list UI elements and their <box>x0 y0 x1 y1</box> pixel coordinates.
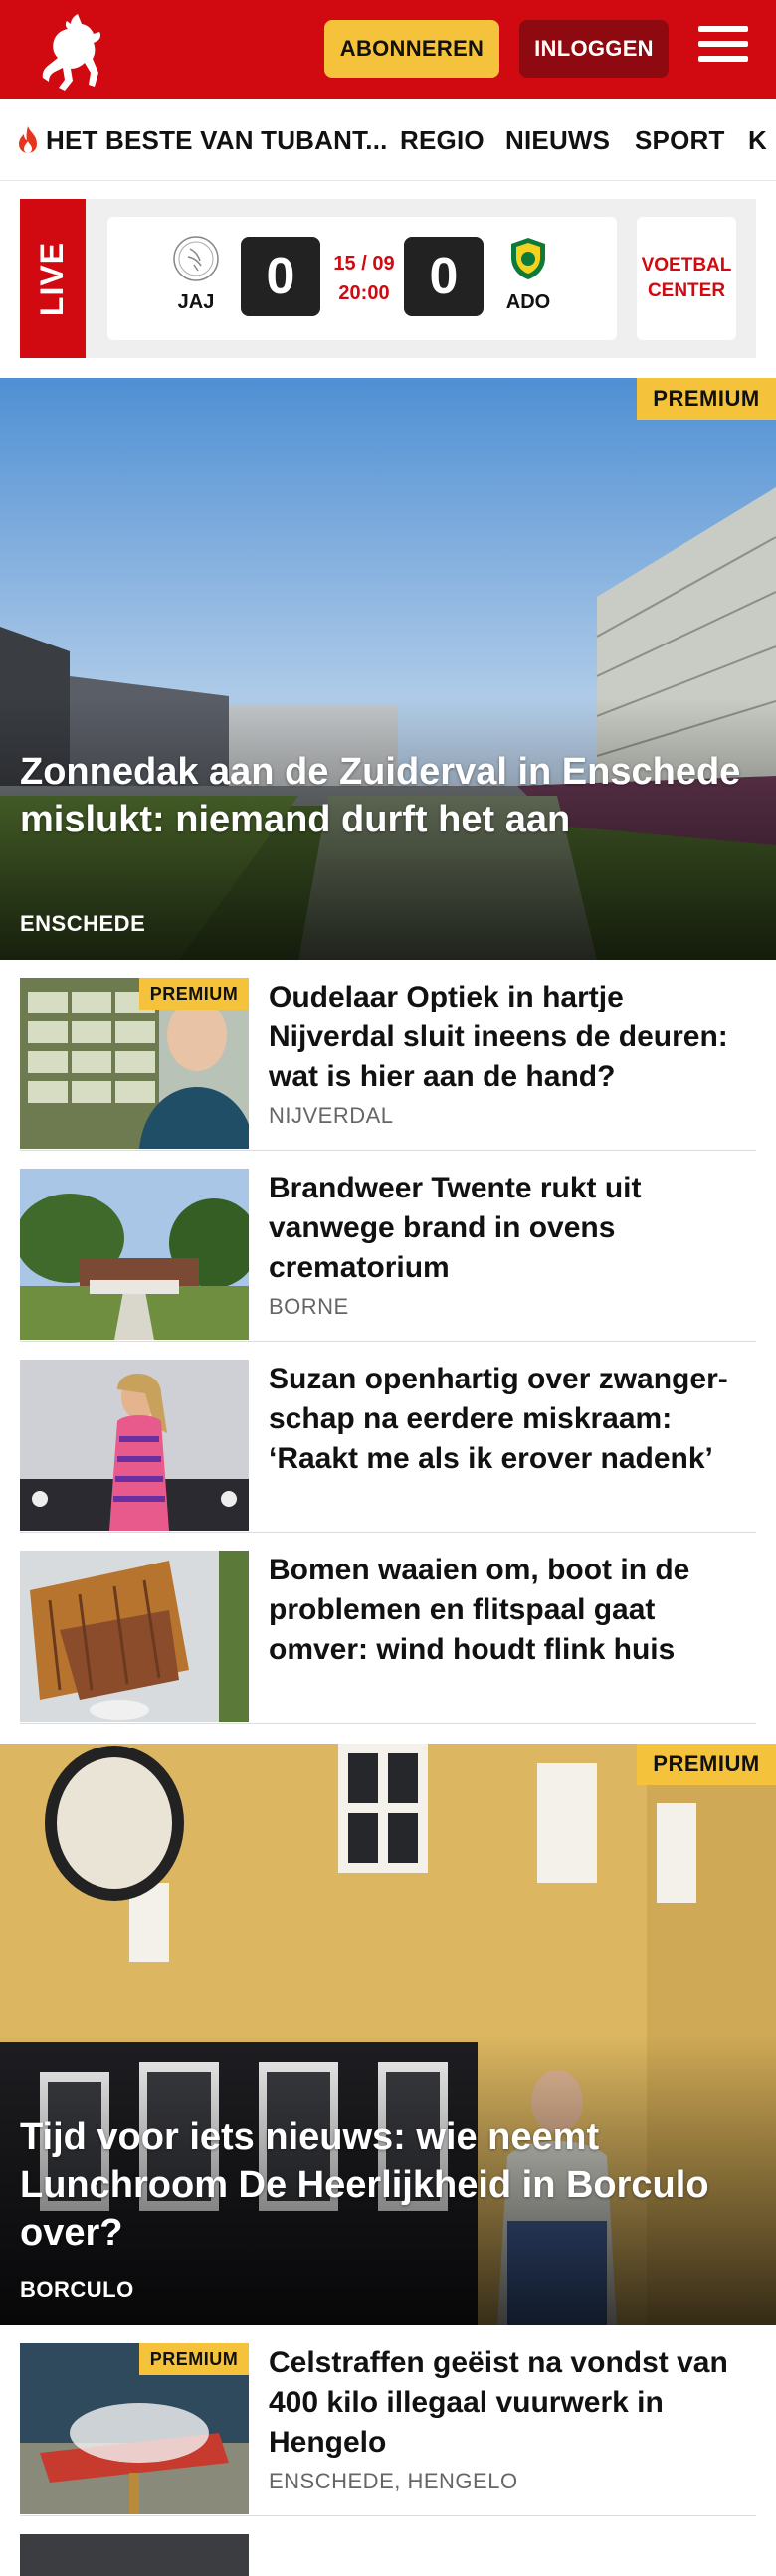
featured-article[interactable]: PREMIUM Tijd voor iets nieuws: wie neemt… <box>0 1744 776 2325</box>
premium-badge: PREMIUM <box>637 378 776 420</box>
list-item[interactable]: PREMIUM Celstraffen geëist na vondst van… <box>20 2325 756 2516</box>
article-title[interactable]: Celstraffen geëist na vondst van 400 kil… <box>269 2343 756 2463</box>
home-team-abbr: JAJ <box>177 291 215 313</box>
nav-item-label: HET BESTE VAN TUBANT... <box>46 124 388 155</box>
login-button[interactable]: INLOGGEN <box>519 20 669 78</box>
featured-article-title[interactable]: Tijd voor iets nieuws: wie neemt Lunchro… <box>20 2114 756 2257</box>
article-thumbnail <box>20 1360 249 1531</box>
live-scores-bar: LIVE JAJ 0 15 / 09 20:00 0 ADO VOETBAL C… <box>20 199 756 358</box>
site-header: ABONNEREN INLOGGEN <box>0 0 776 99</box>
featured-article-location: ENSCHEDE <box>20 911 146 936</box>
list-item[interactable]: PREMIUM Oudelaar Optiek in hartje Nijver… <box>20 960 756 1151</box>
featured-article-location: BORCULO <box>20 2277 134 2301</box>
article-thumbnail <box>20 1551 249 1722</box>
home-team: JAJ <box>161 235 231 314</box>
ajax-crest-icon <box>173 236 219 281</box>
match-time: 20:00 <box>338 282 390 304</box>
away-team: ADO <box>493 235 563 314</box>
featured-article-title[interactable]: Zonnedak aan de Zuiderval in Enschede mi… <box>20 748 756 843</box>
premium-badge: PREMIUM <box>139 2343 249 2375</box>
nav-item-partial[interactable]: K <box>748 99 767 180</box>
away-team-abbr: ADO <box>505 291 551 313</box>
list-item[interactable] <box>20 2516 756 2576</box>
article-title[interactable]: Brandweer Twente rukt uit vanwege brand … <box>269 1169 756 1288</box>
nav-item-best-of[interactable]: HET BESTE VAN TUBANT... <box>16 99 388 180</box>
voetbal-center-button[interactable]: VOETBAL CENTER <box>637 217 736 340</box>
premium-badge: PREMIUM <box>139 978 249 1010</box>
subscribe-button[interactable]: ABONNEREN <box>324 20 499 78</box>
section-nav: HET BESTE VAN TUBANT... REGIO NIEUWS SPO… <box>0 99 776 181</box>
list-item[interactable]: Brandweer Twente rukt uit vanwege brand … <box>20 1151 756 1342</box>
live-label: LIVE <box>20 199 86 358</box>
nav-item-sport[interactable]: SPORT <box>635 99 725 180</box>
article-thumbnail: PREMIUM <box>20 2343 249 2514</box>
match-datetime: 15 / 09 20:00 <box>328 249 400 308</box>
tubantia-horse-logo[interactable] <box>22 8 107 93</box>
nav-item-regio[interactable]: REGIO <box>400 99 485 180</box>
article-title[interactable]: Oudelaar Optiek in hartje Nijverdal slui… <box>269 978 756 1097</box>
featured-article[interactable]: PREMIUM Zonnedak aan de Zuiderval in Ens… <box>0 378 776 960</box>
article-thumbnail: PREMIUM <box>20 978 249 1149</box>
article-title[interactable]: Bomen waaien om, boot in de problemen en… <box>269 1551 756 1670</box>
article-location: ENSCHEDE, HENGELO <box>269 2469 518 2493</box>
article-thumbnail <box>20 1169 249 1340</box>
list-item[interactable]: Bomen waaien om, boot in de problemen en… <box>20 1533 756 1724</box>
article-title[interactable]: Suzan openhartig over zwanger­schap na e… <box>269 1360 756 1479</box>
flame-icon <box>19 126 37 153</box>
match-card[interactable]: JAJ 0 15 / 09 20:00 0 ADO <box>107 217 617 340</box>
ado-crest-icon <box>511 238 545 279</box>
away-score: 0 <box>404 237 484 316</box>
article-thumbnail <box>20 2534 249 2576</box>
home-score: 0 <box>241 237 320 316</box>
list-item[interactable]: Suzan openhartig over zwanger­schap na e… <box>20 1342 756 1533</box>
article-location: NIJVERDAL <box>269 1103 394 1128</box>
match-date: 15 / 09 <box>333 253 395 275</box>
nav-item-nieuws[interactable]: NIEUWS <box>505 99 610 180</box>
hamburger-icon[interactable] <box>698 26 748 72</box>
article-location: BORNE <box>269 1294 349 1319</box>
premium-badge: PREMIUM <box>637 1744 776 1785</box>
featured-article-image <box>0 378 776 960</box>
